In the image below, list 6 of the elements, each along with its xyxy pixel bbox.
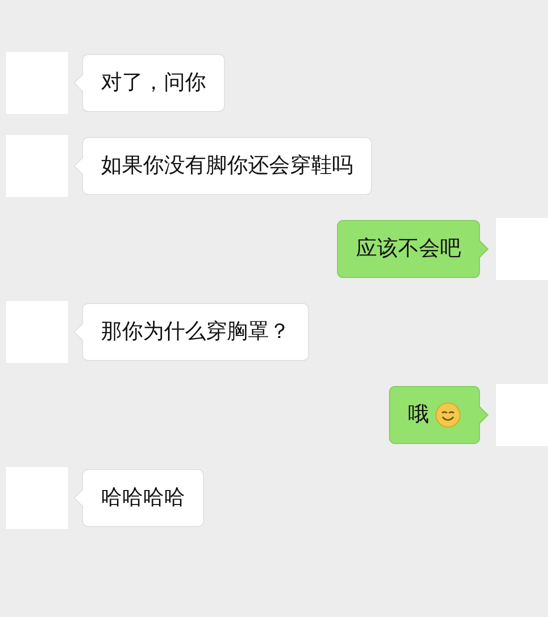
message-text: 应该不会吧 bbox=[356, 235, 461, 262]
message-text: 如果你没有脚你还会穿鞋吗 bbox=[101, 152, 353, 180]
message-text: 哦 bbox=[408, 401, 429, 428]
message-text: 对了，问你 bbox=[101, 69, 206, 96]
message-text: 哈哈哈哈 bbox=[101, 484, 185, 512]
message-text: 那你为什么穿胸罩？ bbox=[101, 318, 290, 346]
